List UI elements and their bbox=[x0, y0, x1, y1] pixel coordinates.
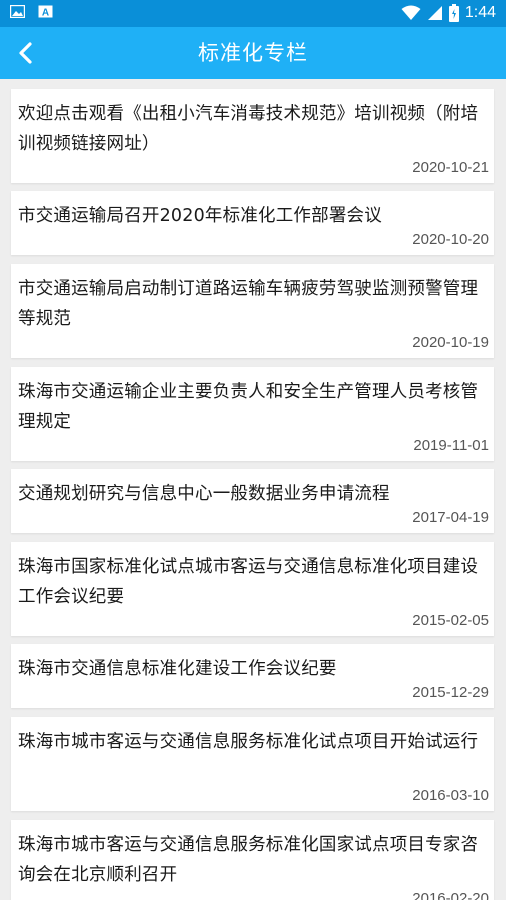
article-title: 珠海市交通运输企业主要负责人和安全生产管理人员考核管理规定 bbox=[18, 382, 479, 432]
text-notification-icon: A bbox=[38, 5, 53, 18]
article-title: 市交通运输局召开2020年标准化工作部署会议 bbox=[18, 206, 382, 226]
article-title: 交通规划研究与信息中心一般数据业务申请流程 bbox=[18, 484, 390, 504]
article-date: 2015-02-05 bbox=[412, 612, 489, 629]
article-title: 珠海市交通信息标准化建设工作会议纪要 bbox=[18, 659, 337, 679]
article-date: 2020-10-19 bbox=[412, 334, 489, 351]
notification-icons: A bbox=[10, 5, 53, 18]
article-title: 欢迎点击观看《出租小汽车消毒技术规范》培训视频（附培训视频链接网址） bbox=[18, 104, 479, 154]
signal-icon bbox=[427, 6, 442, 20]
list-item[interactable]: 珠海市交通运输企业主要负责人和安全生产管理人员考核管理规定 2019-11-01 bbox=[11, 367, 494, 461]
list-item[interactable]: 市交通运输局启动制订道路运输车辆疲劳驾驶监测预警管理等规范 2020-10-19 bbox=[11, 264, 494, 358]
system-icons: 1:44 bbox=[401, 3, 496, 23]
article-title: 市交通运输局启动制订道路运输车辆疲劳驾驶监测预警管理等规范 bbox=[18, 279, 479, 329]
article-title: 珠海市国家标准化试点城市客运与交通信息标准化项目建设工作会议纪要 bbox=[18, 557, 479, 607]
article-list: 欢迎点击观看《出租小汽车消毒技术规范》培训视频（附培训视频链接网址） 2020-… bbox=[0, 79, 506, 900]
article-date: 2019-11-01 bbox=[413, 437, 489, 454]
list-item[interactable]: 欢迎点击观看《出租小汽车消毒技术规范》培训视频（附培训视频链接网址） 2020-… bbox=[11, 89, 494, 183]
article-date: 2017-04-19 bbox=[412, 509, 489, 526]
status-bar: A 1:44 bbox=[0, 0, 506, 27]
app-bar: 标准化专栏 bbox=[0, 27, 506, 79]
article-title: 珠海市城市客运与交通信息服务标准化试点项目开始试运行 bbox=[18, 732, 479, 752]
back-button[interactable] bbox=[8, 35, 44, 71]
status-time: 1:44 bbox=[464, 4, 496, 21]
wifi-icon bbox=[401, 5, 421, 20]
article-date: 2015-12-29 bbox=[412, 684, 489, 701]
article-date: 2020-10-21 bbox=[412, 159, 489, 176]
battery-icon bbox=[448, 4, 459, 22]
article-date: 2016-02-20 bbox=[412, 890, 489, 900]
svg-text:A: A bbox=[42, 8, 49, 19]
article-date: 2016-03-10 bbox=[412, 787, 489, 804]
list-item[interactable]: 市交通运输局召开2020年标准化工作部署会议 2020-10-20 bbox=[11, 191, 494, 255]
list-item[interactable]: 交通规划研究与信息中心一般数据业务申请流程 2017-04-19 bbox=[11, 469, 494, 533]
article-date: 2020-10-20 bbox=[412, 231, 489, 248]
list-item[interactable]: 珠海市交通信息标准化建设工作会议纪要 2015-12-29 bbox=[11, 644, 494, 708]
list-item[interactable]: 珠海市国家标准化试点城市客运与交通信息标准化项目建设工作会议纪要 2015-02… bbox=[11, 542, 494, 636]
chevron-left-icon bbox=[19, 42, 32, 64]
page-title: 标准化专栏 bbox=[198, 41, 308, 65]
image-notification-icon bbox=[10, 5, 25, 18]
list-item[interactable]: 珠海市城市客运与交通信息服务标准化国家试点项目专家咨询会在北京顺利召开 2016… bbox=[11, 820, 494, 900]
article-title: 珠海市城市客运与交通信息服务标准化国家试点项目专家咨询会在北京顺利召开 bbox=[18, 835, 479, 885]
list-item[interactable]: 珠海市城市客运与交通信息服务标准化试点项目开始试运行 2016-03-10 bbox=[11, 717, 494, 811]
